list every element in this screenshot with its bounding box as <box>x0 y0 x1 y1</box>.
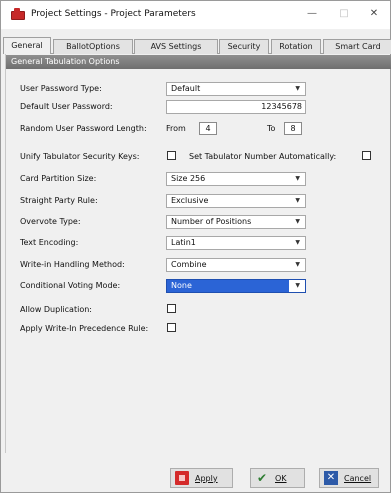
to-label: To <box>267 124 276 133</box>
straight-party-rule-select[interactable]: Exclusive ▼ <box>166 194 306 208</box>
tab-smart-card[interactable]: Smart Card <box>323 39 391 54</box>
conditional-voting-mode-label: Conditional Voting Mode: <box>20 281 121 290</box>
close-icon: ✕ <box>324 471 338 485</box>
general-panel: General Tabulation Options User Password… <box>5 54 391 453</box>
set-tabulator-number-checkbox[interactable] <box>362 151 371 160</box>
tab-ballot-options[interactable]: BallotOptions <box>53 39 133 54</box>
tab-strip: General BallotOptions AVS Settings Secur… <box>3 37 391 54</box>
tab-general[interactable]: General <box>3 37 51 54</box>
app-icon <box>11 8 25 20</box>
text-encoding-value: Latin1 <box>171 238 196 247</box>
default-user-password-label: Default User Password: <box>20 102 113 111</box>
apply-write-in-precedence-label: Apply Write-In Precedence Rule: <box>20 324 149 333</box>
title-bar: Project Settings - Project Parameters — … <box>1 1 390 29</box>
user-password-type-label: User Password Type: <box>20 84 102 93</box>
dropdown-arrow-icon: ▼ <box>295 175 300 182</box>
straight-party-rule-label: Straight Party Rule: <box>20 196 98 205</box>
overvote-type-select[interactable]: Number of Positions ▼ <box>166 215 306 229</box>
window-title: Project Settings - Project Parameters <box>31 9 196 19</box>
unify-keys-checkbox[interactable] <box>167 151 176 160</box>
conditional-voting-mode-value: None <box>171 281 192 290</box>
straight-party-rule-value: Exclusive <box>171 196 209 205</box>
from-length-input[interactable]: 4 <box>199 122 217 135</box>
from-label: From <box>166 124 186 133</box>
minimize-button[interactable]: — <box>301 5 323 23</box>
apply-button[interactable]: Apply <box>170 468 233 488</box>
user-password-type-select[interactable]: Default ▼ <box>166 82 306 96</box>
card-partition-size-value: Size 256 <box>171 174 206 183</box>
checkmark-icon: ✔ <box>256 471 268 485</box>
user-password-type-value: Default <box>171 84 201 93</box>
card-partition-size-label: Card Partition Size: <box>20 174 97 183</box>
to-length-input[interactable]: 8 <box>284 122 302 135</box>
ok-button[interactable]: ✔ OK <box>250 468 305 488</box>
group-header: General Tabulation Options <box>6 55 391 69</box>
overvote-type-label: Overvote Type: <box>20 217 81 226</box>
cancel-button[interactable]: ✕ Cancel <box>319 468 379 488</box>
apply-button-label: Apply <box>195 473 218 483</box>
project-settings-window: Project Settings - Project Parameters — … <box>0 0 391 493</box>
apply-icon <box>175 471 189 485</box>
write-in-handling-value: Combine <box>171 260 207 269</box>
ok-button-label: OK <box>275 473 287 483</box>
overvote-type-value: Number of Positions <box>171 217 252 226</box>
cancel-button-label: Cancel <box>344 473 372 483</box>
unify-keys-label: Unify Tabulator Security Keys: <box>20 152 140 161</box>
tab-avs-settings[interactable]: AVS Settings <box>134 39 218 54</box>
set-tabulator-number-label: Set Tabulator Number Automatically: <box>189 152 337 161</box>
close-button[interactable]: ✕ <box>363 5 385 23</box>
tab-rotation[interactable]: Rotation <box>271 39 321 54</box>
conditional-voting-mode-select[interactable]: None ▼ <box>166 279 306 293</box>
card-partition-size-select[interactable]: Size 256 ▼ <box>166 172 306 186</box>
allow-duplication-label: Allow Duplication: <box>20 305 92 314</box>
text-encoding-select[interactable]: Latin1 ▼ <box>166 236 306 250</box>
dropdown-arrow-icon: ▼ <box>295 282 300 289</box>
text-encoding-label: Text Encoding: <box>20 238 79 247</box>
dropdown-arrow-icon: ▼ <box>295 261 300 268</box>
allow-duplication-checkbox[interactable] <box>167 304 176 313</box>
dropdown-arrow-icon: ▼ <box>295 197 300 204</box>
dropdown-arrow-icon: ▼ <box>295 239 300 246</box>
random-password-length-label: Random User Password Length: <box>20 124 147 133</box>
tab-security[interactable]: Security <box>219 39 269 54</box>
default-user-password-input[interactable]: 12345678 <box>166 100 306 114</box>
maximize-button[interactable]: □ <box>333 5 355 23</box>
write-in-handling-label: Write-in Handling Method: <box>20 260 125 269</box>
dropdown-arrow-icon: ▼ <box>295 218 300 225</box>
apply-write-in-precedence-checkbox[interactable] <box>167 323 176 332</box>
write-in-handling-select[interactable]: Combine ▼ <box>166 258 306 272</box>
dropdown-arrow-icon: ▼ <box>295 85 300 92</box>
